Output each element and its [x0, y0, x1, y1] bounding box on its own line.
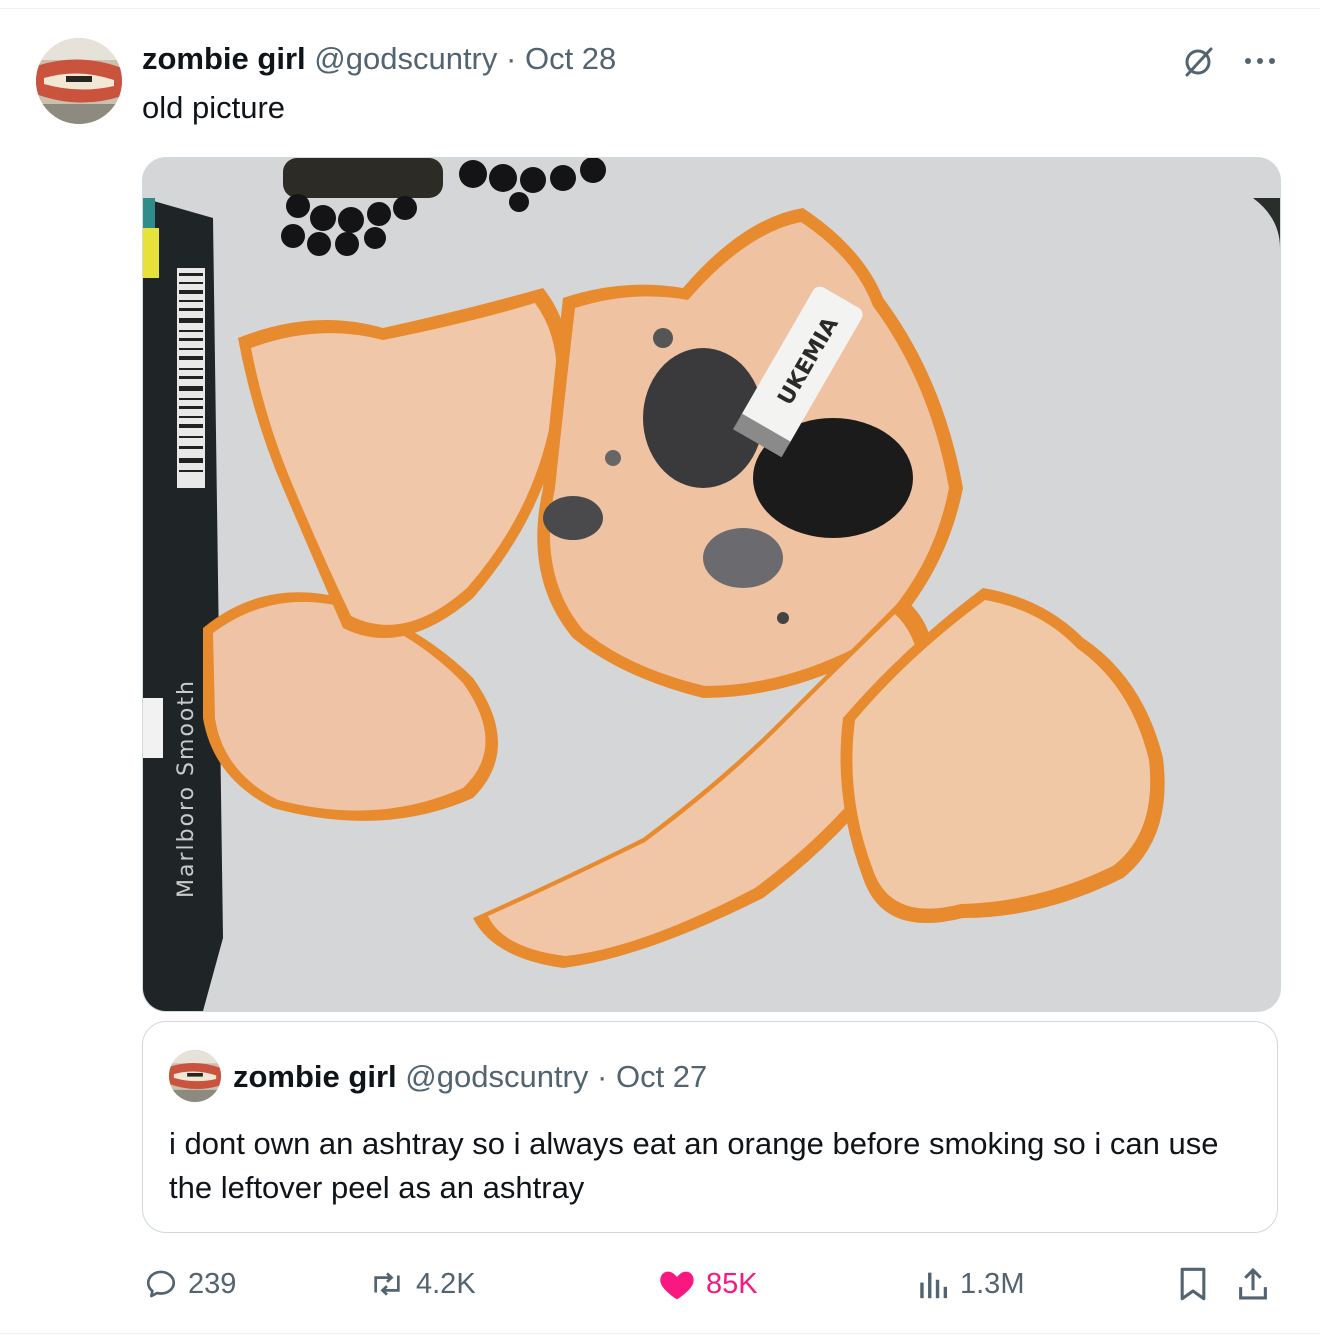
quote-text: i dont own an ashtray so i always eat an… — [169, 1126, 1219, 1205]
view-count: 1.3M — [960, 1267, 1025, 1300]
heart-icon — [660, 1271, 694, 1300]
bookmark-button[interactable] — [1176, 1262, 1220, 1306]
tweet-text: old picture — [142, 90, 286, 125]
bottom-divider — [0, 1333, 1320, 1334]
quote-author-handle[interactable]: @godscuntry — [405, 1059, 588, 1094]
pack-label: Marlboro Smooth — [174, 679, 199, 898]
reply-count: 239 — [188, 1267, 237, 1300]
more-icon[interactable] — [1240, 46, 1280, 76]
reply-button[interactable]: 239 — [144, 1262, 236, 1306]
bookmark-icon — [1180, 1267, 1206, 1301]
views-button[interactable]: 1.3M — [916, 1262, 1024, 1306]
top-divider — [0, 8, 1320, 9]
repost-button[interactable]: 4.2K — [368, 1262, 476, 1306]
reply-icon — [146, 1270, 176, 1298]
quote-author-name[interactable]: zombie girl — [233, 1059, 397, 1094]
share-button[interactable] — [1236, 1262, 1280, 1306]
tweet-photo[interactable]: Marlboro Smooth UKEMIA — [142, 157, 1281, 1012]
quote-header: zombie girl @godscuntry · Oct 27 — [233, 1058, 707, 1096]
author-name[interactable]: zombie girl — [142, 41, 306, 76]
avatar-image — [36, 38, 122, 124]
like-button[interactable]: 85K — [658, 1262, 758, 1306]
cigarette-pack: Marlboro Smooth — [143, 198, 223, 1011]
grok-icon[interactable] — [1180, 44, 1216, 80]
quote-avatar-image — [169, 1050, 221, 1102]
separator: · — [506, 41, 517, 76]
repost-count: 4.2K — [416, 1267, 476, 1300]
photo-orange-peel-ashtray: Marlboro Smooth UKEMIA — [143, 158, 1280, 1011]
action-bar: 239 4.2K 85K 1.3M — [142, 1262, 1279, 1306]
share-icon — [1239, 1267, 1267, 1300]
avatar[interactable] — [36, 38, 122, 124]
repost-icon — [374, 1272, 400, 1296]
quote-separator: · — [597, 1059, 608, 1094]
tweet-date[interactable]: Oct 28 — [525, 41, 616, 76]
like-count: 85K — [706, 1267, 758, 1300]
quote-avatar[interactable] — [169, 1050, 221, 1102]
author-handle[interactable]: @godscuntry — [314, 41, 497, 76]
quoted-tweet[interactable]: zombie girl @godscuntry · Oct 27 i dont … — [142, 1021, 1278, 1233]
quote-date[interactable]: Oct 27 — [616, 1059, 707, 1094]
tweet-header: zombie girl @godscuntry · Oct 28 — [142, 40, 616, 78]
views-icon — [920, 1272, 948, 1299]
